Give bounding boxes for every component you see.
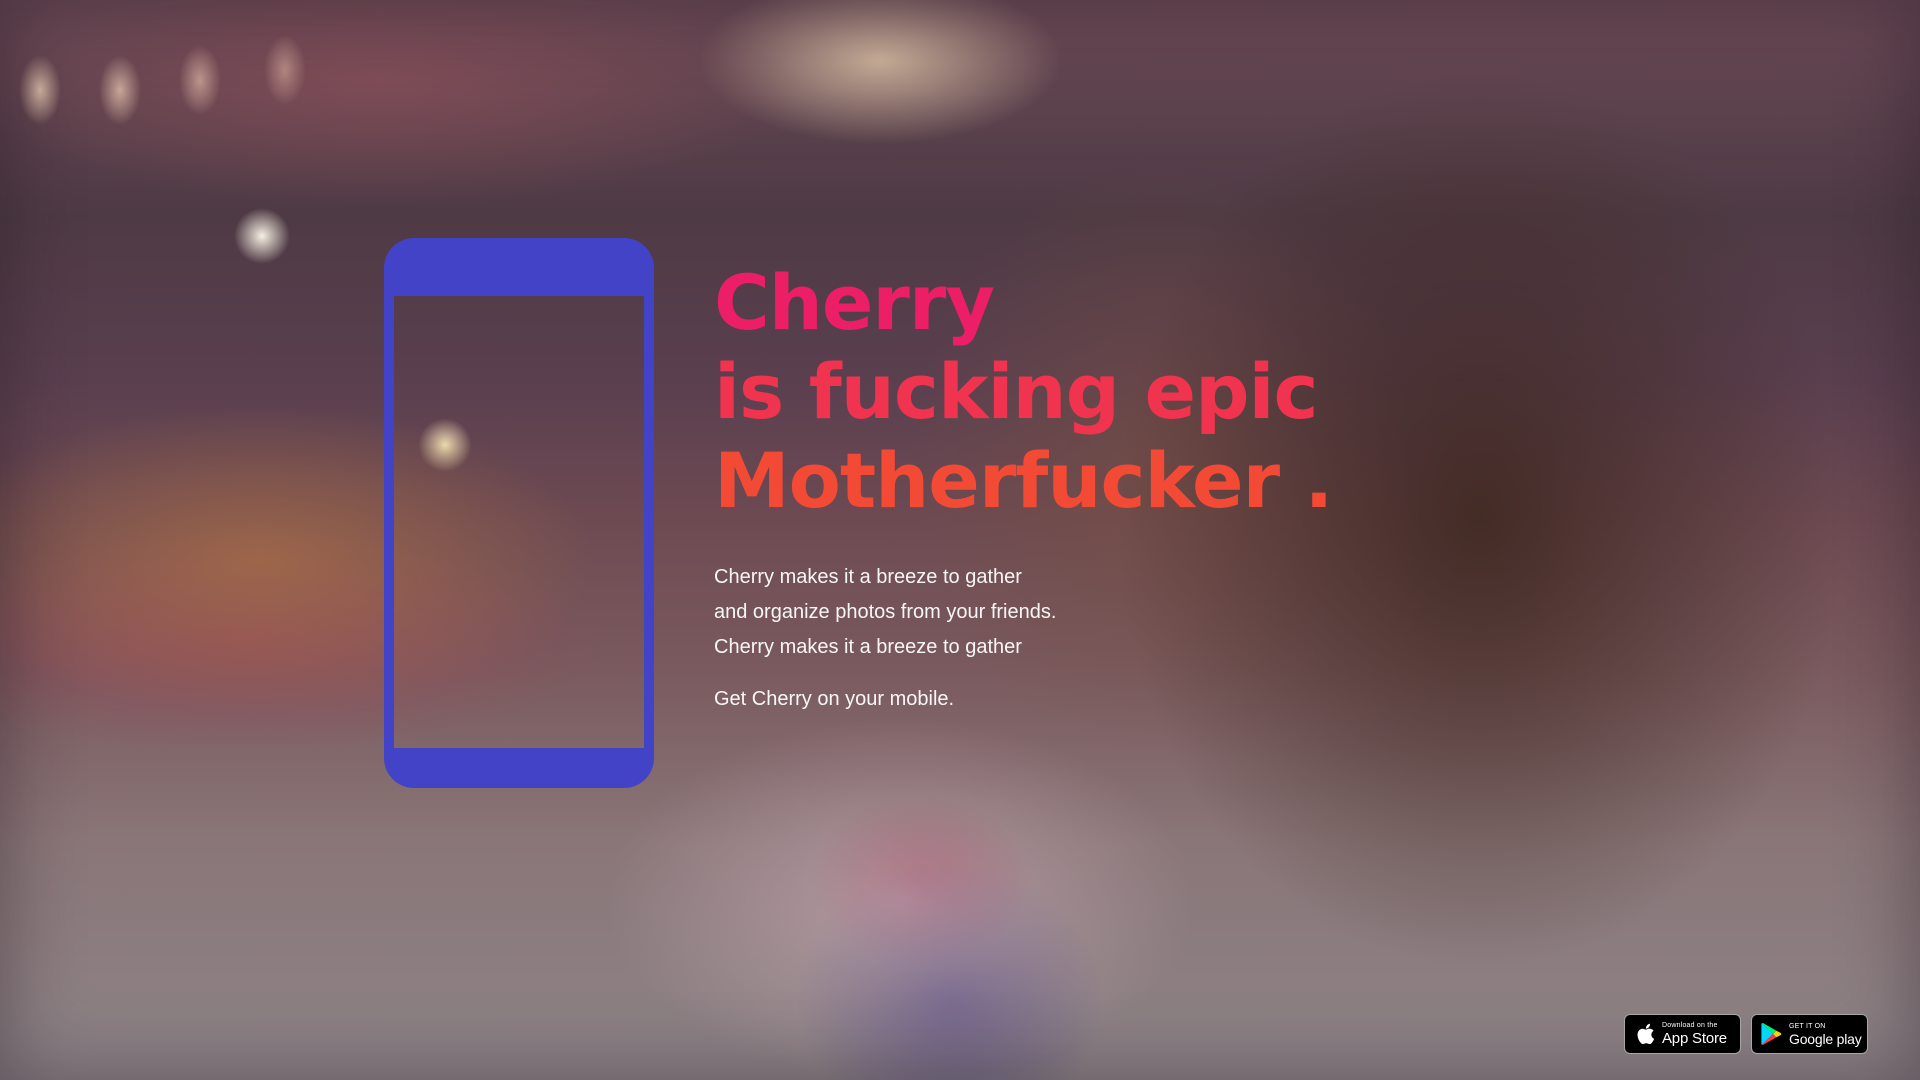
app-store-badge[interactable]: Download on the App Store bbox=[1624, 1014, 1741, 1054]
google-play-icon bbox=[1760, 1022, 1784, 1046]
google-play-large-label: Google play bbox=[1789, 1030, 1862, 1047]
headline-line-3: Motherfucker . bbox=[714, 436, 1333, 525]
app-store-small-label: Download on the bbox=[1662, 1022, 1718, 1029]
description-line-2: and organize photos from your friends. bbox=[714, 601, 1057, 623]
description-line-3: Cherry makes it a breeze to gather bbox=[714, 636, 1022, 658]
app-store-large-label: App Store bbox=[1662, 1030, 1727, 1047]
google-play-badge-text: GET IT ON Google play bbox=[1789, 1023, 1862, 1046]
google-play-small-label: GET IT ON bbox=[1789, 1022, 1826, 1030]
cta-text: Get Cherry on your mobile. bbox=[714, 688, 955, 710]
google-play-badge[interactable]: GET IT ON Google play bbox=[1751, 1014, 1868, 1054]
description: Cherry makes it a breeze to gather and o… bbox=[714, 560, 1474, 665]
store-badges: Download on the App Store GET IT ON Goog… bbox=[1624, 1014, 1868, 1054]
phone-mockup bbox=[384, 238, 654, 788]
apple-icon bbox=[1633, 1022, 1657, 1046]
app-store-badge-text: Download on the App Store bbox=[1662, 1022, 1727, 1046]
hero-section: Cherry is fucking epic Motherfucker . Ch… bbox=[714, 258, 1474, 714]
headline: Cherry is fucking epic Motherfucker . bbox=[714, 258, 1474, 525]
headline-line-1: Cherry bbox=[714, 258, 995, 347]
landing-page: Cherry is fucking epic Motherfucker . Ch… bbox=[0, 0, 1920, 1080]
headline-line-2: is fucking epic bbox=[714, 347, 1319, 436]
description-line-1: Cherry makes it a breeze to gather bbox=[714, 566, 1022, 588]
